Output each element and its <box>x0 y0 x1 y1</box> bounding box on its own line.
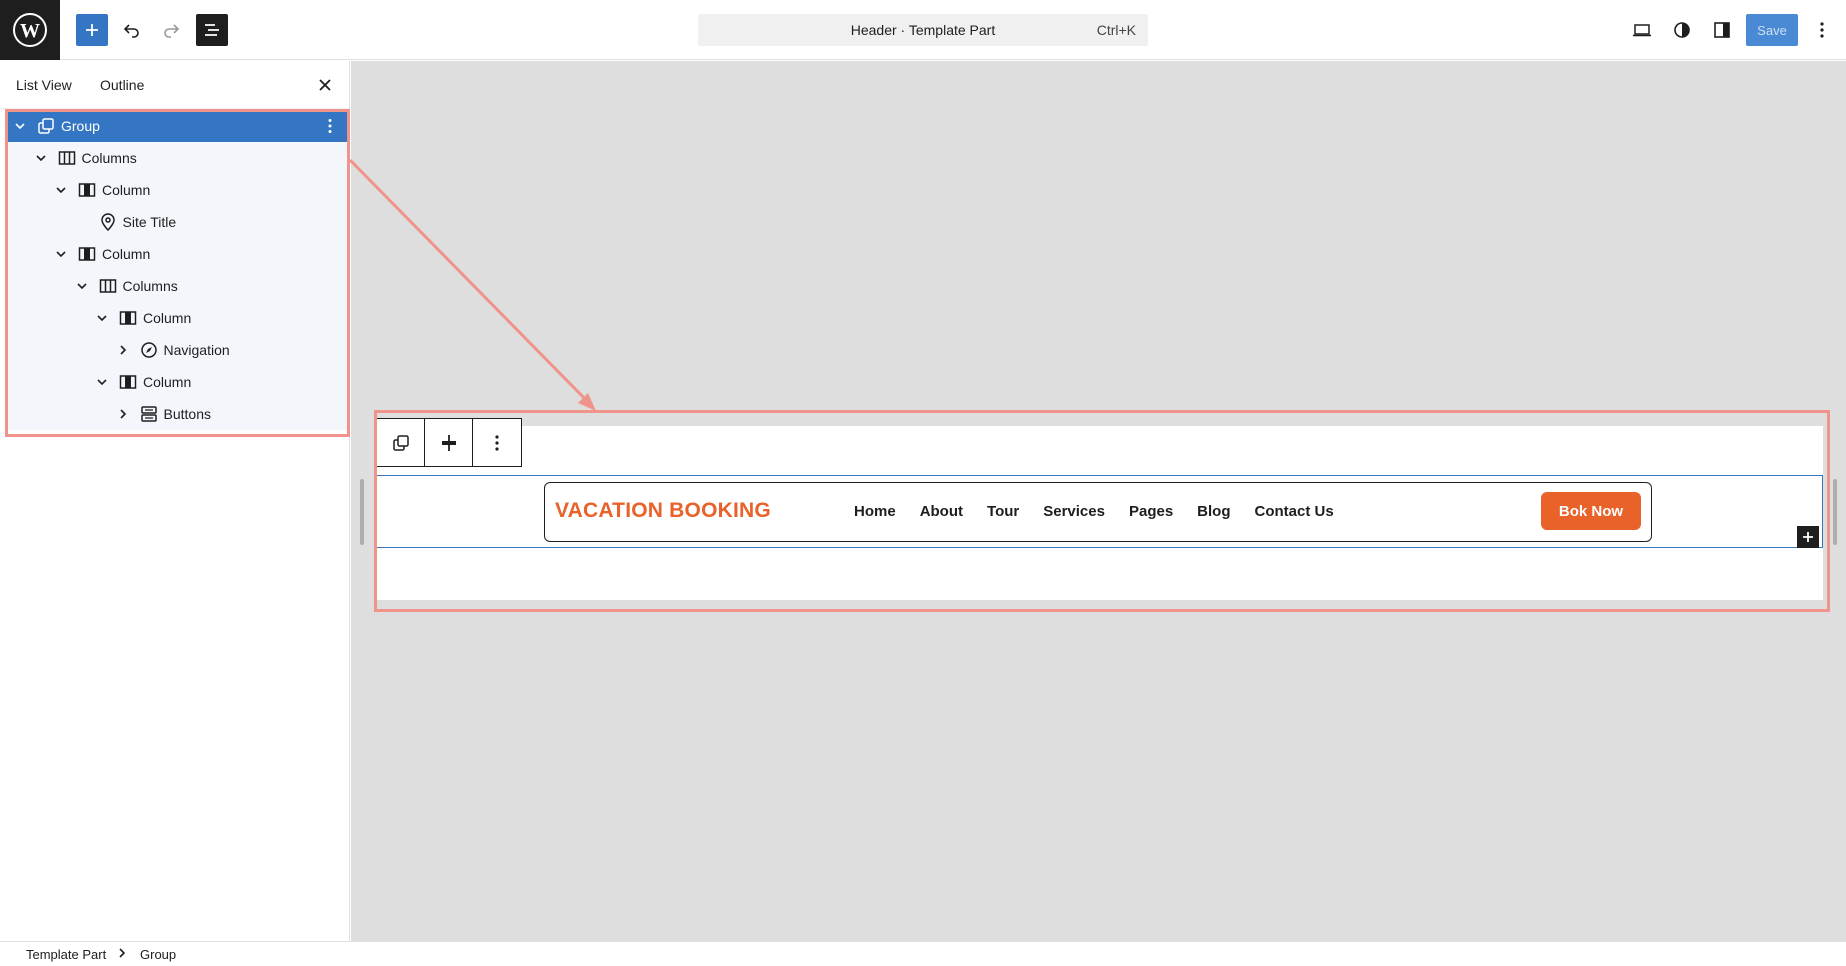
chevron-right-icon[interactable] <box>116 407 130 421</box>
undo-button[interactable] <box>116 14 148 46</box>
group-icon <box>392 434 409 451</box>
chevron-down-icon[interactable] <box>54 183 68 197</box>
svg-text:W: W <box>20 20 40 42</box>
column-icon <box>78 181 96 199</box>
plus-icon <box>1803 532 1813 542</box>
chevron-down-icon[interactable] <box>34 151 48 165</box>
list-view-item-label: Site Title <box>122 214 177 230</box>
column-icon <box>119 373 137 391</box>
nav-item-home[interactable]: Home <box>854 503 896 520</box>
redo-button[interactable] <box>155 14 187 46</box>
desktop-icon <box>1633 24 1651 37</box>
sidebar-icon <box>1714 22 1730 38</box>
list-view-item-label: Column <box>143 374 192 390</box>
list-view-item-columns[interactable]: Columns <box>7 142 347 174</box>
shortcut-hint: Ctrl+K <box>1096 22 1136 38</box>
settings-button[interactable] <box>1706 14 1738 46</box>
block-toolbar <box>376 418 522 467</box>
sidebar-tabs: List View Outline <box>0 61 349 109</box>
tab-outline[interactable]: Outline <box>100 77 144 93</box>
justify-center-icon <box>441 434 456 451</box>
list-view-item-label: Navigation <box>163 342 230 358</box>
block-inserter-button[interactable] <box>1797 526 1819 548</box>
add-block-button[interactable] <box>76 14 108 46</box>
site-title[interactable]: VACATION BOOKING <box>555 499 771 523</box>
list-view-sidebar: List View Outline Group Columns Column Site… <box>0 61 350 941</box>
navigation-menu: Home About Tour Services Pages Blog Contact Us <box>854 503 1334 520</box>
device-preview-button[interactable] <box>1626 14 1658 46</box>
undo-icon <box>123 24 139 38</box>
block-tree: Group Columns Column Site Title Column Column… <box>7 110 347 430</box>
chevron-down-icon[interactable] <box>95 311 109 325</box>
chevron-down-icon[interactable] <box>13 119 27 133</box>
nav-item-pages[interactable]: Pages <box>1129 503 1173 520</box>
block-breadcrumb: Template Part Group <box>0 941 1846 966</box>
nav-item-blog[interactable]: Blog <box>1197 503 1230 520</box>
columns-icon <box>99 277 117 295</box>
nav-item-about[interactable]: About <box>920 503 963 520</box>
list-view-item-label: Column <box>102 182 151 198</box>
command-palette-button[interactable]: Header · Template Part Ctrl+K <box>698 14 1148 46</box>
columns-icon <box>58 149 76 167</box>
more-vertical-icon <box>1820 22 1824 38</box>
chevron-down-icon[interactable] <box>54 247 68 261</box>
chevron-down-icon[interactable] <box>75 279 89 293</box>
compass-icon <box>140 341 158 359</box>
list-view-item-label: Buttons <box>163 406 211 422</box>
styles-button[interactable] <box>1666 14 1698 46</box>
document-title: Header · Template Part <box>850 22 996 38</box>
book-now-button[interactable]: Bok Now <box>1541 492 1641 530</box>
contrast-icon <box>1674 22 1690 38</box>
more-vertical-icon <box>495 434 499 451</box>
tab-list-view[interactable]: List View <box>16 77 72 93</box>
resize-handle-right[interactable] <box>1833 479 1837 545</box>
document-overview-button[interactable] <box>196 14 228 46</box>
list-view-item-site-title[interactable]: Site Title <box>7 206 347 238</box>
column-icon <box>78 245 96 263</box>
chevron-right-icon[interactable] <box>116 343 130 357</box>
editor-canvas[interactable]: VACATION BOOKING Home About Tour Services Pa… <box>351 61 1846 941</box>
list-view-item-navigation[interactable]: Navigation <box>7 334 347 366</box>
site-header[interactable]: VACATION BOOKING Home About Tour Services Pa… <box>544 482 1652 542</box>
nav-item-tour[interactable]: Tour <box>987 503 1019 520</box>
list-view-item-column[interactable]: Column <box>7 238 347 270</box>
block-options-button[interactable] <box>473 419 521 466</box>
align-button[interactable] <box>425 419 473 466</box>
more-vertical-icon[interactable] <box>321 116 339 136</box>
buttons-icon <box>140 405 158 423</box>
list-view-icon <box>205 24 219 36</box>
chevron-down-icon[interactable] <box>95 375 109 389</box>
map-marker-icon <box>99 213 117 231</box>
list-view-item-column[interactable]: Column <box>7 174 347 206</box>
list-view-item-group[interactable]: Group <box>7 110 347 142</box>
options-button[interactable] <box>1808 14 1836 46</box>
breadcrumb-group[interactable]: Group <box>140 947 176 962</box>
list-view-item-columns[interactable]: Columns <box>7 270 347 302</box>
wordpress-logo-icon[interactable]: W <box>0 0 60 60</box>
chevron-right-icon <box>119 948 126 958</box>
list-view-item-label: Column <box>102 246 151 262</box>
nav-item-services[interactable]: Services <box>1043 503 1105 520</box>
breadcrumb-template-part[interactable]: Template Part <box>26 947 106 962</box>
list-view-item-label: Group <box>61 118 100 134</box>
resize-handle-left[interactable] <box>360 479 364 545</box>
plus-icon <box>86 24 98 36</box>
nav-item-contact-us[interactable]: Contact Us <box>1255 503 1334 520</box>
redo-icon <box>164 24 180 38</box>
list-view-item-label: Column <box>143 310 192 326</box>
top-toolbar: W Header · Template Part Ctrl+K Save <box>0 0 1846 60</box>
list-view-item-column[interactable]: Column <box>7 302 347 334</box>
column-icon <box>119 309 137 327</box>
close-button[interactable] <box>315 75 335 95</box>
close-icon <box>319 79 331 91</box>
block-type-button[interactable] <box>377 419 425 466</box>
save-button[interactable]: Save <box>1746 14 1798 46</box>
list-view-item-label: Columns <box>81 150 137 166</box>
group-icon <box>37 117 55 135</box>
list-view-item-buttons[interactable]: Buttons <box>7 398 347 430</box>
list-view-item-label: Columns <box>122 278 178 294</box>
list-view-item-column[interactable]: Column <box>7 366 347 398</box>
